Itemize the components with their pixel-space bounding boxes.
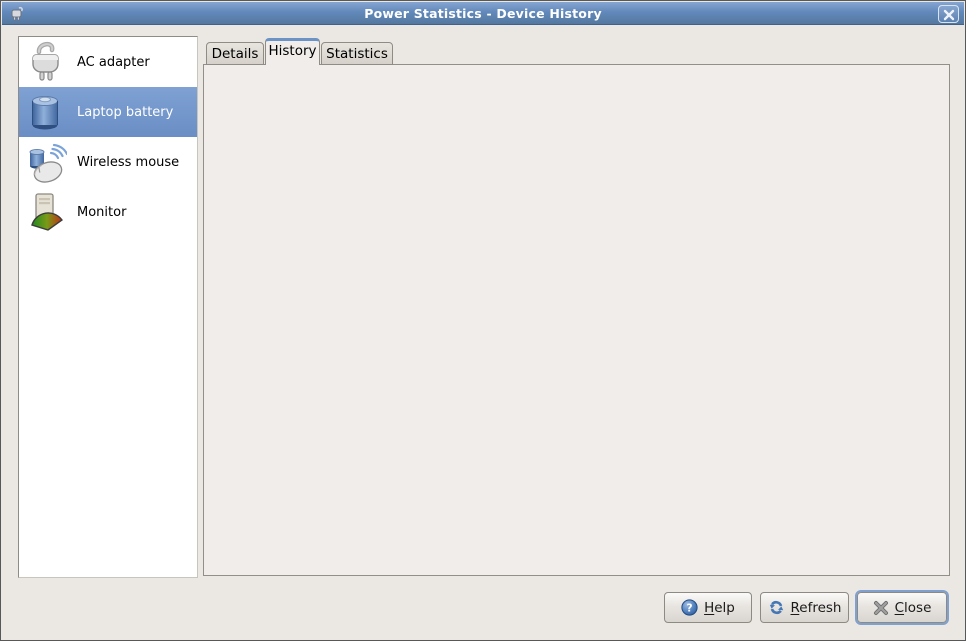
device-item-label: Monitor (77, 205, 126, 220)
monitor-icon (25, 190, 67, 234)
button-label: Help (704, 600, 735, 616)
history-tab-page (203, 64, 950, 576)
device-item-wireless-mouse[interactable]: Wireless mouse (19, 137, 197, 187)
help-icon: ? (681, 599, 698, 616)
window-title: Power Statistics - Device History (2, 6, 964, 21)
button-label: Close (895, 600, 932, 616)
laptop-battery-icon (25, 90, 67, 134)
window-close-button[interactable] (938, 5, 959, 23)
close-button[interactable]: Close (857, 592, 947, 623)
wireless-mouse-icon (25, 140, 67, 184)
tab-history[interactable]: History (265, 38, 320, 65)
svg-text:?: ? (687, 602, 693, 614)
close-icon (873, 600, 889, 616)
device-item-label: Wireless mouse (77, 155, 179, 170)
device-item-ac-adapter[interactable]: AC adapter (19, 37, 197, 87)
device-list: AC adapter Laptop battery Wireless mouse… (18, 36, 198, 578)
ac-adapter-icon (25, 40, 67, 84)
refresh-button[interactable]: Refresh (760, 592, 849, 623)
refresh-icon (768, 599, 785, 616)
button-label: Refresh (791, 600, 842, 616)
device-item-label: AC adapter (77, 55, 150, 70)
tab-details[interactable]: Details (206, 42, 264, 65)
help-button[interactable]: ? Help (664, 592, 752, 623)
device-item-label: Laptop battery (77, 105, 173, 120)
power-statistics-window: Power Statistics - Device History AC ada… (0, 0, 966, 641)
device-item-monitor[interactable]: Monitor (19, 187, 197, 237)
titlebar[interactable]: Power Statistics - Device History (2, 2, 964, 25)
tab-statistics[interactable]: Statistics (321, 42, 393, 65)
device-item-laptop-battery[interactable]: Laptop battery (19, 87, 197, 137)
window-close-icon (943, 9, 955, 21)
